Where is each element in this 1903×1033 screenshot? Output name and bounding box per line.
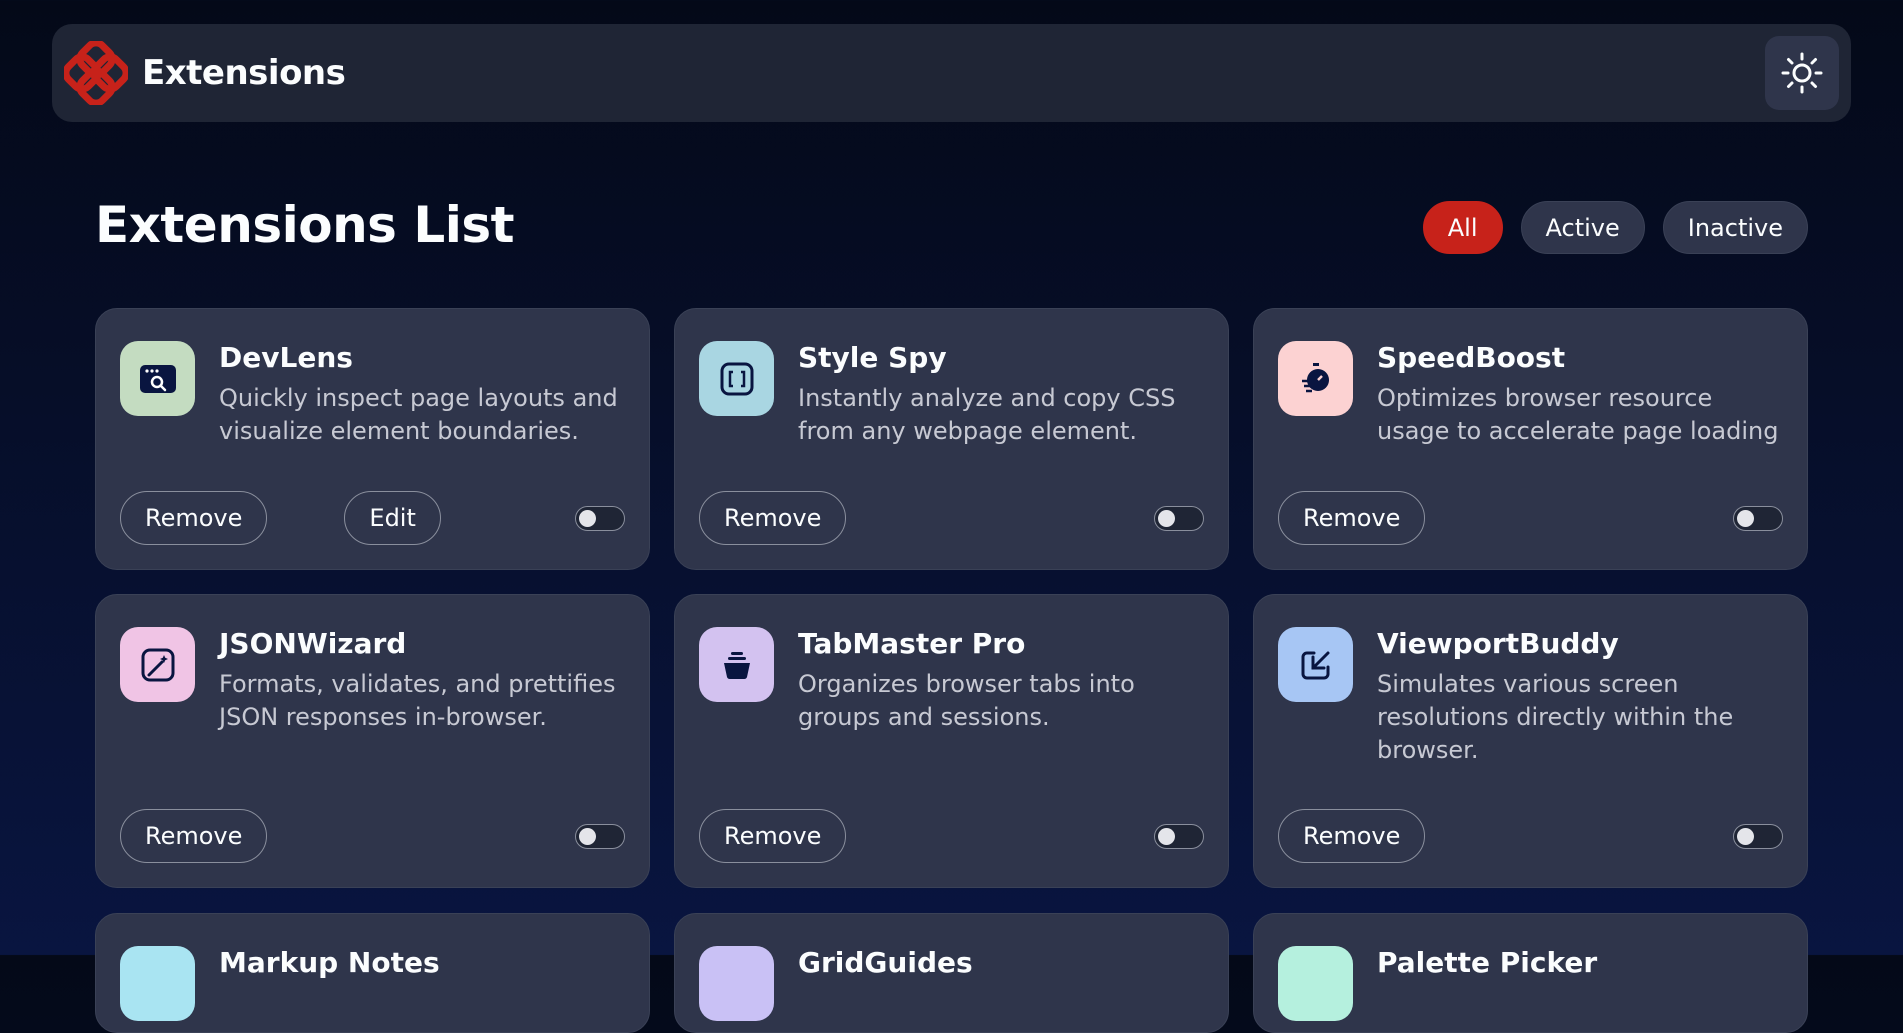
app-title: Extensions <box>142 53 346 93</box>
extension-name: Markup Notes <box>219 946 440 979</box>
app-header: Extensions <box>52 24 1851 122</box>
stopwatch-icon <box>1278 341 1353 416</box>
page-title: Extensions List <box>95 196 515 254</box>
extension-name: ViewportBuddy <box>1377 627 1619 660</box>
filter-group: All Active Inactive <box>1422 201 1808 254</box>
extension-description: Quickly inspect page layouts and visuali… <box>219 384 618 445</box>
extension-description: Instantly analyze and copy CSS from any … <box>798 384 1176 445</box>
extension-card: Palette Picker <box>1253 913 1808 1033</box>
extension-description: Organizes browser tabs into groups and s… <box>798 670 1135 731</box>
extension-name: SpeedBoost <box>1377 341 1566 374</box>
extension-name: JSONWizard <box>219 627 407 660</box>
extension-card: TabMaster Pro Organizes browser tabs int… <box>674 594 1229 888</box>
extension-name: Style Spy <box>798 341 947 374</box>
extension-description: Simulates various screen resolutions dir… <box>1377 670 1734 764</box>
extension-name: GridGuides <box>798 946 973 979</box>
filter-all[interactable]: All <box>1422 201 1503 254</box>
extension-card: JSONWizard Formats, validates, and prett… <box>95 594 650 888</box>
extension-card: DevLens Quickly inspect page layouts and… <box>95 308 650 570</box>
remove-button[interactable]: Remove <box>1278 809 1426 863</box>
extension-name: Palette Picker <box>1377 946 1598 979</box>
code-brackets-icon <box>699 341 774 416</box>
extension-card: GridGuides <box>674 913 1229 1033</box>
extension-card: ViewportBuddy Simulates various screen r… <box>1253 594 1808 888</box>
edit-button[interactable]: Edit <box>344 491 441 545</box>
palette-icon <box>1278 946 1353 1021</box>
active-toggle[interactable] <box>575 823 625 849</box>
browser-search-icon <box>120 341 195 416</box>
remove-button[interactable]: Remove <box>120 809 268 863</box>
stack-bowl-icon <box>699 627 774 702</box>
notes-icon <box>120 946 195 1021</box>
theme-toggle-button[interactable] <box>1765 36 1839 110</box>
extension-description: Optimizes browser resource usage to acce… <box>1377 384 1779 445</box>
magic-wand-icon <box>120 627 195 702</box>
active-toggle[interactable] <box>1733 505 1783 531</box>
grid-icon <box>699 946 774 1021</box>
extension-card: Style Spy Instantly analyze and copy CSS… <box>674 308 1229 570</box>
active-toggle[interactable] <box>1154 823 1204 849</box>
remove-button[interactable]: Remove <box>120 491 268 545</box>
remove-button[interactable]: Remove <box>699 809 847 863</box>
filter-active[interactable]: Active <box>1520 201 1645 254</box>
expand-arrow-icon <box>1278 627 1353 702</box>
extension-name: TabMaster Pro <box>798 627 1026 660</box>
extension-description: Formats, validates, and prettifies JSON … <box>219 670 616 731</box>
remove-button[interactable]: Remove <box>699 491 847 545</box>
remove-button[interactable]: Remove <box>1278 491 1426 545</box>
logo-icon <box>64 41 128 105</box>
active-toggle[interactable] <box>1733 823 1783 849</box>
active-toggle[interactable] <box>1154 505 1204 531</box>
active-toggle[interactable] <box>575 505 625 531</box>
filter-inactive[interactable]: Inactive <box>1662 201 1808 254</box>
extension-name: DevLens <box>219 341 353 374</box>
extension-card: Markup Notes <box>95 913 650 1033</box>
extension-card: SpeedBoost Optimizes browser resource us… <box>1253 308 1808 570</box>
sun-icon <box>1781 52 1823 94</box>
logo[interactable]: Extensions <box>64 41 346 105</box>
